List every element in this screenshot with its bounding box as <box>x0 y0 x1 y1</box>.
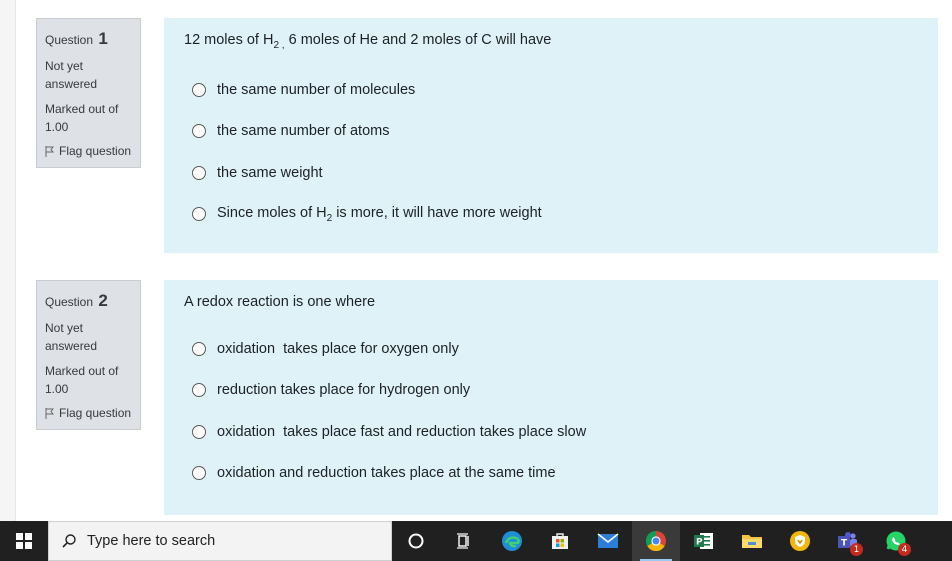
radio-button[interactable] <box>192 165 206 180</box>
question-number-value: 1 <box>98 29 108 48</box>
project-icon: P <box>694 533 713 549</box>
cortana-icon <box>408 533 424 549</box>
question-2-content: A redox reaction is one where oxidation … <box>164 280 938 515</box>
answer-label: oxidation takes place fast and reduction… <box>217 423 587 440</box>
project-button[interactable]: P <box>680 521 728 561</box>
answer-label: the same weight <box>217 164 323 181</box>
answer-option[interactable]: oxidation takes place fast and reduction… <box>184 411 918 453</box>
answer-option[interactable]: the same number of atoms <box>184 110 918 152</box>
radio-button[interactable] <box>192 383 206 398</box>
question-text: A redox reaction is one where <box>184 294 376 310</box>
question-grade: Marked out of 1.00 <box>45 364 119 396</box>
cortana-button[interactable] <box>392 521 440 561</box>
radio-button[interactable] <box>192 82 206 97</box>
flag-question-link[interactable]: Flag question <box>45 144 132 158</box>
edge-icon <box>502 531 522 551</box>
store-button[interactable] <box>536 521 584 561</box>
search-icon <box>62 534 76 548</box>
flag-question-link[interactable]: Flag question <box>45 406 132 420</box>
windows-taskbar: Type here to search P T 1 4 <box>0 521 952 561</box>
quiz-page: Question 1 Not yet answered Marked out o… <box>0 0 952 521</box>
answer-options: oxidation takes place for oxygen only re… <box>184 328 918 494</box>
answer-label-post: is more, it will have more weight <box>332 204 542 221</box>
question-1-info: Question 1 Not yet answered Marked out o… <box>36 18 141 168</box>
svg-text:P: P <box>696 538 703 548</box>
question-state: Not yet answered <box>45 321 98 353</box>
answer-option[interactable]: Since moles of H2 is more, it will have … <box>184 193 918 235</box>
left-drawer-edge <box>0 0 16 521</box>
teams-button[interactable]: T 1 <box>824 521 872 561</box>
file-explorer-icon <box>742 535 762 548</box>
answer-label-pre: Since moles of H <box>217 204 327 221</box>
question-number: Question 1 <box>45 29 132 49</box>
flag-icon <box>45 145 54 157</box>
edge-button[interactable] <box>488 521 536 561</box>
answer-label: the same number of atoms <box>217 123 390 140</box>
search-placeholder: Type here to search <box>87 533 216 549</box>
question-text-main: 12 moles of H <box>184 32 274 48</box>
answer-option[interactable]: the same weight <box>184 152 918 194</box>
start-button[interactable] <box>0 521 48 561</box>
flag-question-label: Flag question <box>59 406 132 420</box>
answer-option[interactable]: oxidation takes place for oxygen only <box>184 328 918 370</box>
chrome-button[interactable] <box>632 521 680 561</box>
vpn-button[interactable] <box>776 521 824 561</box>
flag-icon <box>45 407 54 419</box>
whatsapp-notification-badge: 4 <box>898 543 911 556</box>
answer-option[interactable]: reduction takes place for hydrogen only <box>184 370 918 412</box>
radio-button[interactable] <box>192 424 206 439</box>
question-text: 12 moles of H2 , 6 moles of He and 2 mol… <box>184 32 918 51</box>
answer-label: oxidation and reduction takes place at t… <box>217 465 556 482</box>
question-number-value: 2 <box>98 291 108 310</box>
answer-option[interactable]: oxidation and reduction takes place at t… <box>184 453 918 495</box>
radio-button[interactable] <box>192 341 206 356</box>
task-view-button[interactable] <box>440 521 488 561</box>
question-text-rest: 6 moles of He and 2 moles of C will have <box>284 32 552 48</box>
mail-button[interactable] <box>584 521 632 561</box>
answer-label: Since moles of H2 is more, it will have … <box>217 205 542 224</box>
question-number: Question 2 <box>45 291 132 311</box>
windows-icon <box>16 533 32 549</box>
question-1-content: 12 moles of H2 , 6 moles of He and 2 mol… <box>164 18 938 253</box>
radio-button[interactable] <box>192 466 206 481</box>
question-grade: Marked out of 1.00 <box>45 102 119 134</box>
radio-button[interactable] <box>192 207 206 222</box>
answer-option[interactable]: the same number of molecules <box>184 69 918 111</box>
question-state: Not yet answered <box>45 59 98 91</box>
flag-question-label: Flag question <box>59 144 132 158</box>
question-label: Question <box>45 295 94 309</box>
answer-label: reduction takes place for hydrogen only <box>217 382 471 399</box>
question-label: Question <box>45 33 94 47</box>
store-icon <box>552 533 568 549</box>
answer-options: the same number of molecules the same nu… <box>184 69 918 235</box>
svg-text:T: T <box>841 539 848 549</box>
whatsapp-button[interactable]: 4 <box>872 521 920 561</box>
vpn-shield-icon <box>790 531 810 551</box>
question-text-subscript: 2 , <box>273 39 285 51</box>
answer-label: the same number of molecules <box>217 81 416 98</box>
chrome-icon <box>645 530 666 552</box>
file-explorer-button[interactable] <box>728 521 776 561</box>
taskbar-search-box[interactable]: Type here to search <box>48 521 392 561</box>
task-view-icon <box>457 533 469 549</box>
answer-label: oxidation takes place for oxygen only <box>217 340 459 357</box>
radio-button[interactable] <box>192 124 206 139</box>
question-2-info: Question 2 Not yet answered Marked out o… <box>36 280 141 430</box>
mail-icon <box>597 533 619 548</box>
teams-notification-badge: 1 <box>850 543 863 556</box>
